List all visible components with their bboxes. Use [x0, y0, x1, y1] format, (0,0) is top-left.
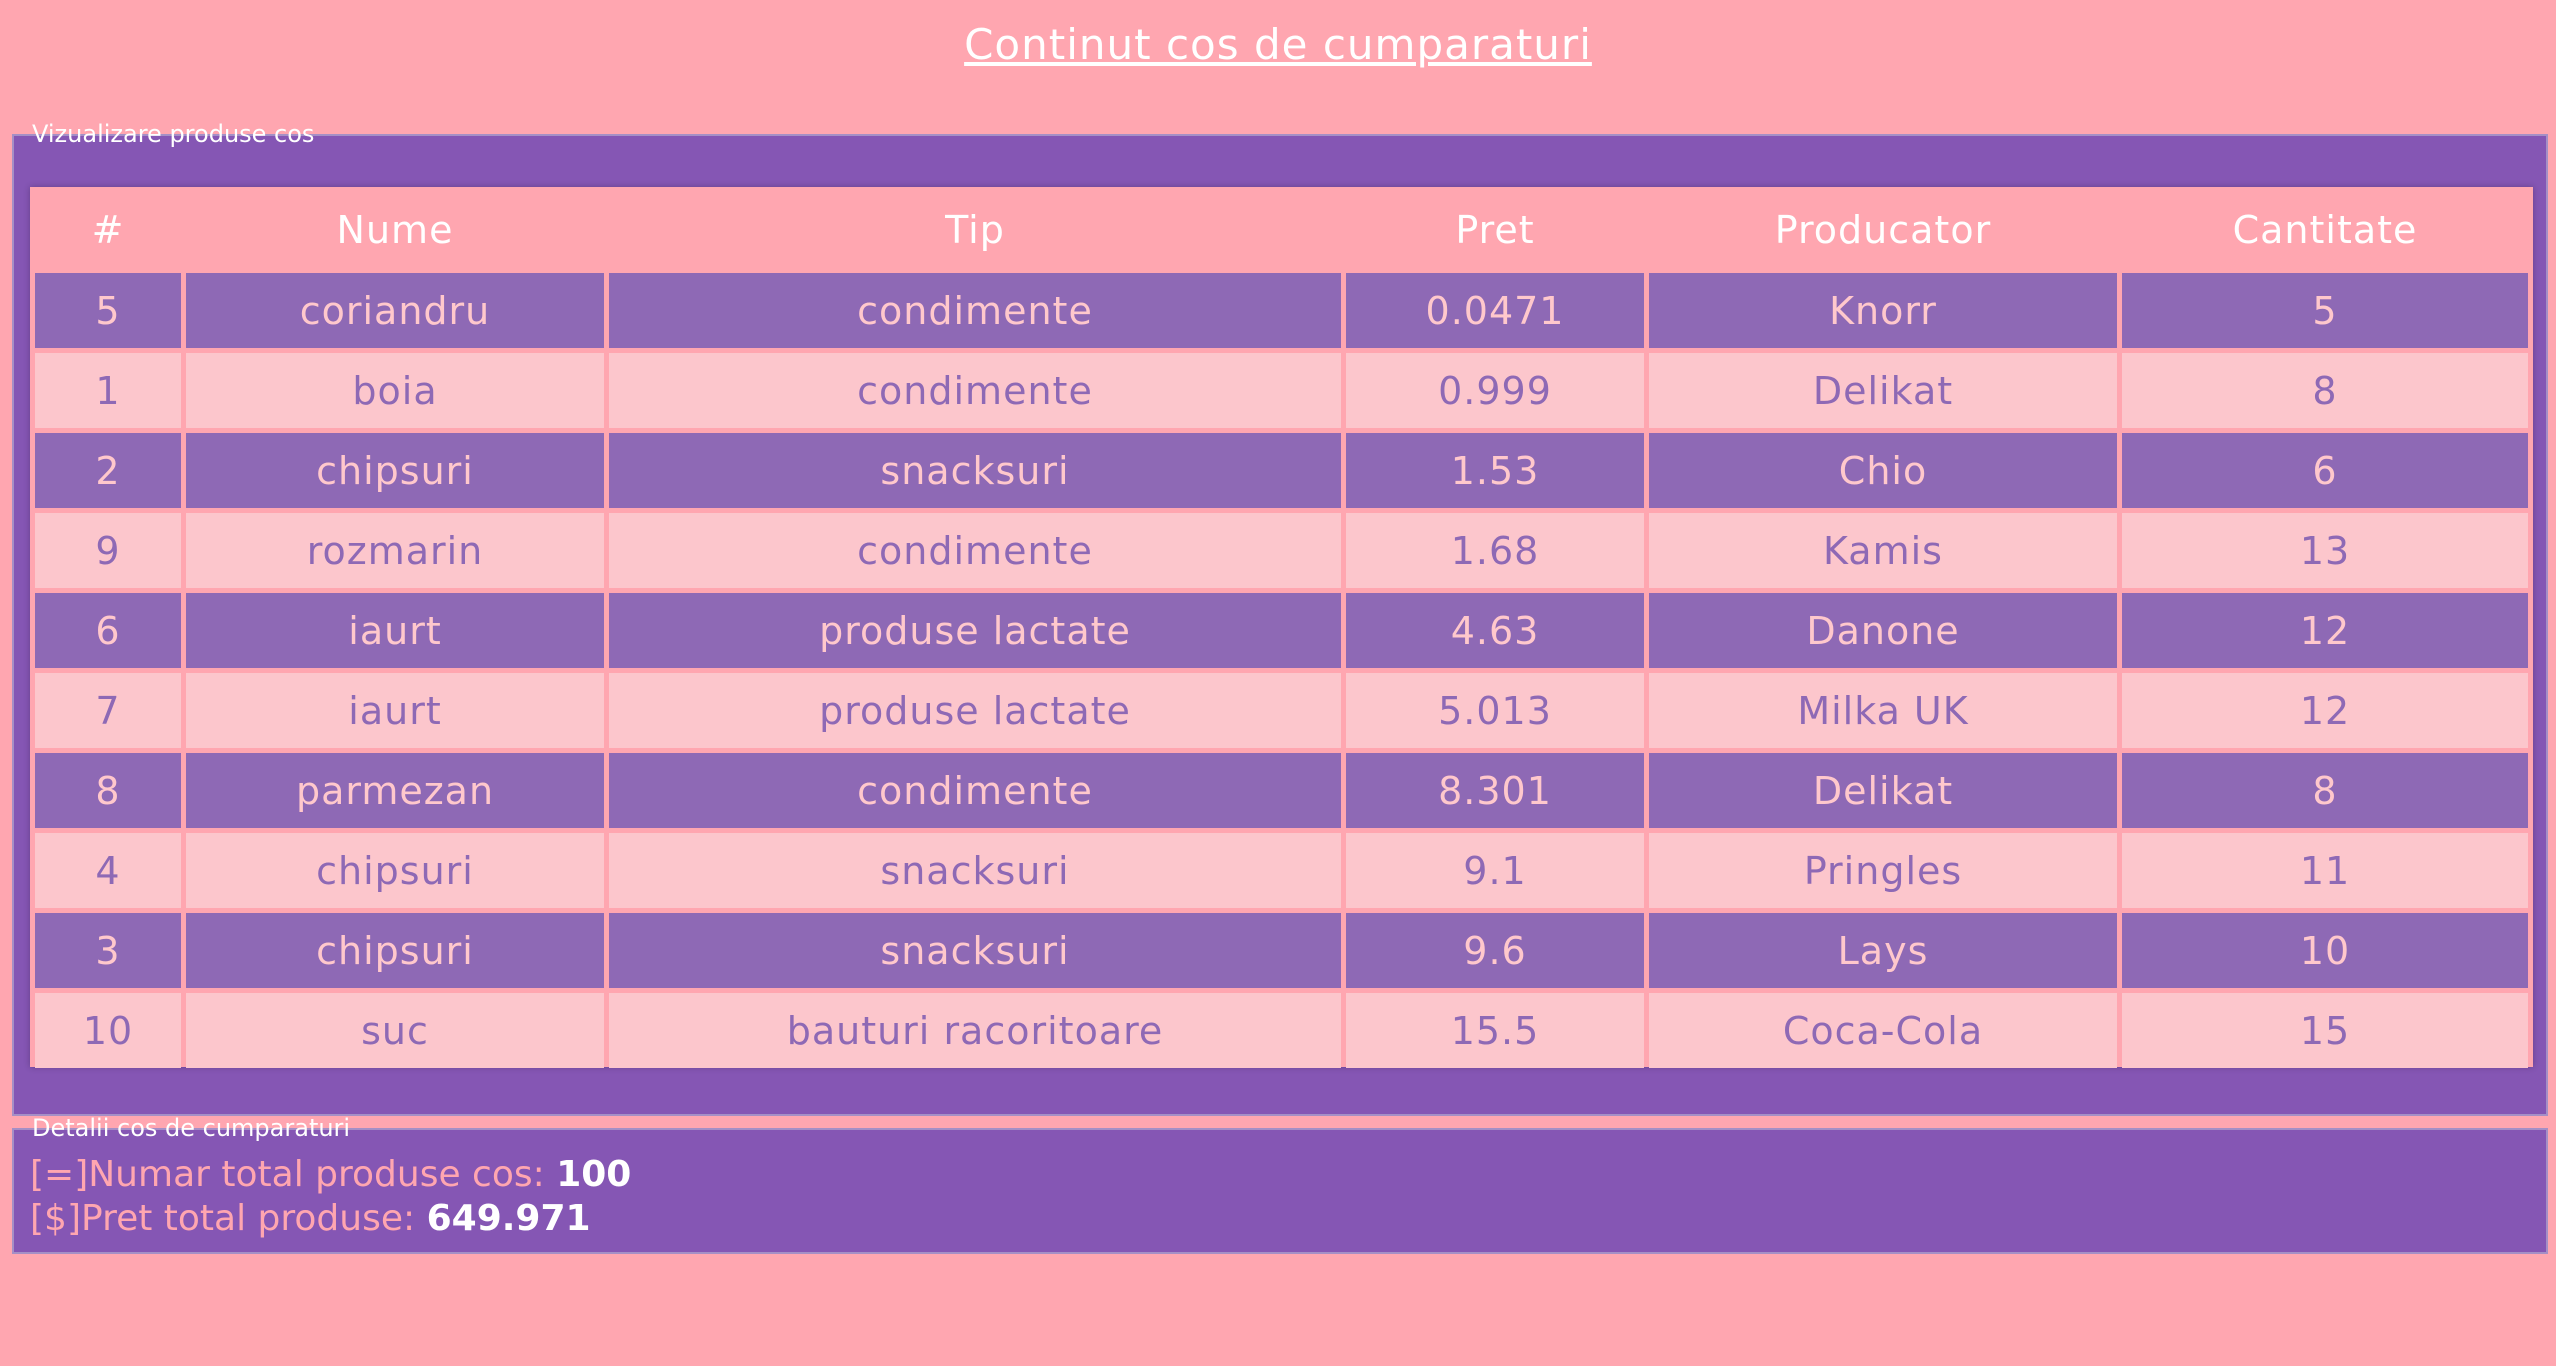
cell-type: snacksuri — [609, 833, 1341, 908]
column-header-producer: Producator — [1774, 208, 1992, 252]
cell-producer: Delikat — [1649, 753, 2117, 828]
cell-type: snacksuri — [609, 433, 1341, 508]
table-header-row: # Nume Tip Pret Producator Cantitate — [35, 192, 2528, 268]
table-row: 8 parmezan condimente 8.301 Delikat 8 — [35, 753, 2528, 828]
cell-quantity: 8 — [2122, 353, 2528, 428]
cell-price: 5.013 — [1346, 673, 1644, 748]
total-products-label: [=]Numar total produse cos: — [30, 1154, 557, 1195]
cell-name: iaurt — [186, 673, 604, 748]
cell-id: 1 — [35, 353, 181, 428]
cell-name: iaurt — [186, 593, 604, 668]
cell-name: suc — [186, 993, 604, 1068]
table-row: 6 iaurt produse lactate 4.63 Danone 12 — [35, 593, 2528, 668]
cell-type: produse lactate — [609, 593, 1341, 668]
table-row: 1 boia condimente 0.999 Delikat 8 — [35, 353, 2528, 428]
cell-price: 0.0471 — [1346, 273, 1644, 348]
cell-quantity: 10 — [2122, 913, 2528, 988]
cell-name: chipsuri — [186, 433, 604, 508]
cell-quantity: 12 — [2122, 673, 2528, 748]
cell-type: condimente — [609, 273, 1341, 348]
total-price-label: [$]Pret total produse: — [30, 1198, 427, 1239]
cell-price: 1.68 — [1346, 513, 1644, 588]
cell-quantity: 12 — [2122, 593, 2528, 668]
cell-producer: Danone — [1649, 593, 2117, 668]
cell-name: chipsuri — [186, 913, 604, 988]
cell-name: boia — [186, 353, 604, 428]
cell-id: 2 — [35, 433, 181, 508]
cell-producer: Knorr — [1649, 273, 2117, 348]
cell-type: condimente — [609, 513, 1341, 588]
cell-type: condimente — [609, 353, 1341, 428]
cell-producer: Pringles — [1649, 833, 2117, 908]
cell-id: 7 — [35, 673, 181, 748]
column-header-id: # — [91, 208, 125, 252]
table-row: 3 chipsuri snacksuri 9.6 Lays 10 — [35, 913, 2528, 988]
page-title: Continut cos de cumparaturi — [964, 20, 1592, 69]
cell-producer: Chio — [1649, 433, 2117, 508]
cell-quantity: 11 — [2122, 833, 2528, 908]
cell-producer: Lays — [1649, 913, 2117, 988]
total-products-value: 100 — [556, 1154, 632, 1195]
cell-quantity: 15 — [2122, 993, 2528, 1068]
cart-details-legend: Detalii cos de cumparaturi — [32, 1114, 351, 1142]
table-row: 7 iaurt produse lactate 5.013 Milka UK 1… — [35, 673, 2528, 748]
cell-producer: Kamis — [1649, 513, 2117, 588]
cell-type: bauturi racoritoare — [609, 993, 1341, 1068]
cell-type: produse lactate — [609, 673, 1341, 748]
cell-name: coriandru — [186, 273, 604, 348]
cell-type: condimente — [609, 753, 1341, 828]
cell-name: parmezan — [186, 753, 604, 828]
cell-producer: Coca-Cola — [1649, 993, 2117, 1068]
cell-type: snacksuri — [609, 913, 1341, 988]
cell-name: rozmarin — [186, 513, 604, 588]
cell-name: chipsuri — [186, 833, 604, 908]
table-row: 10 suc bauturi racoritoare 15.5 Coca-Col… — [35, 993, 2528, 1068]
cell-price: 8.301 — [1346, 753, 1644, 828]
cell-quantity: 13 — [2122, 513, 2528, 588]
cell-id: 5 — [35, 273, 181, 348]
cell-quantity: 6 — [2122, 433, 2528, 508]
cell-producer: Milka UK — [1649, 673, 2117, 748]
products-table: # Nume Tip Pret Producator Cantitate 5 c… — [30, 187, 2533, 1073]
products-fieldset: Vizualizare produse cos # Nume Tip Pret … — [12, 120, 2548, 1116]
cell-id: 4 — [35, 833, 181, 908]
cart-details-fieldset: Detalii cos de cumparaturi [=]Numar tota… — [12, 1114, 2548, 1254]
column-header-quantity: Cantitate — [2232, 208, 2418, 252]
table-row: 4 chipsuri snacksuri 9.1 Pringles 11 — [35, 833, 2528, 908]
total-price-line: [$]Pret total produse: 649.971 — [30, 1198, 591, 1239]
cell-price: 4.63 — [1346, 593, 1644, 668]
total-products-line: [=]Numar total produse cos: 100 — [30, 1154, 631, 1195]
total-price-value: 649.971 — [426, 1198, 591, 1239]
cell-id: 10 — [35, 993, 181, 1068]
table-row: 9 rozmarin condimente 1.68 Kamis 13 — [35, 513, 2528, 588]
cell-price: 15.5 — [1346, 993, 1644, 1068]
cell-price: 9.1 — [1346, 833, 1644, 908]
cell-id: 6 — [35, 593, 181, 668]
column-header-name: Nume — [336, 208, 454, 252]
column-header-type: Tip — [945, 208, 1005, 252]
cell-quantity: 5 — [2122, 273, 2528, 348]
cell-id: 9 — [35, 513, 181, 588]
cell-price: 0.999 — [1346, 353, 1644, 428]
cell-id: 3 — [35, 913, 181, 988]
cell-price: 9.6 — [1346, 913, 1644, 988]
cell-producer: Delikat — [1649, 353, 2117, 428]
cell-id: 8 — [35, 753, 181, 828]
products-table-container: # Nume Tip Pret Producator Cantitate 5 c… — [30, 187, 2533, 1068]
products-legend: Vizualizare produse cos — [32, 120, 315, 148]
cell-price: 1.53 — [1346, 433, 1644, 508]
column-header-price: Pret — [1455, 208, 1535, 252]
table-row: 2 chipsuri snacksuri 1.53 Chio 6 — [35, 433, 2528, 508]
cell-quantity: 8 — [2122, 753, 2528, 828]
table-row: 5 coriandru condimente 0.0471 Knorr 5 — [35, 273, 2528, 348]
